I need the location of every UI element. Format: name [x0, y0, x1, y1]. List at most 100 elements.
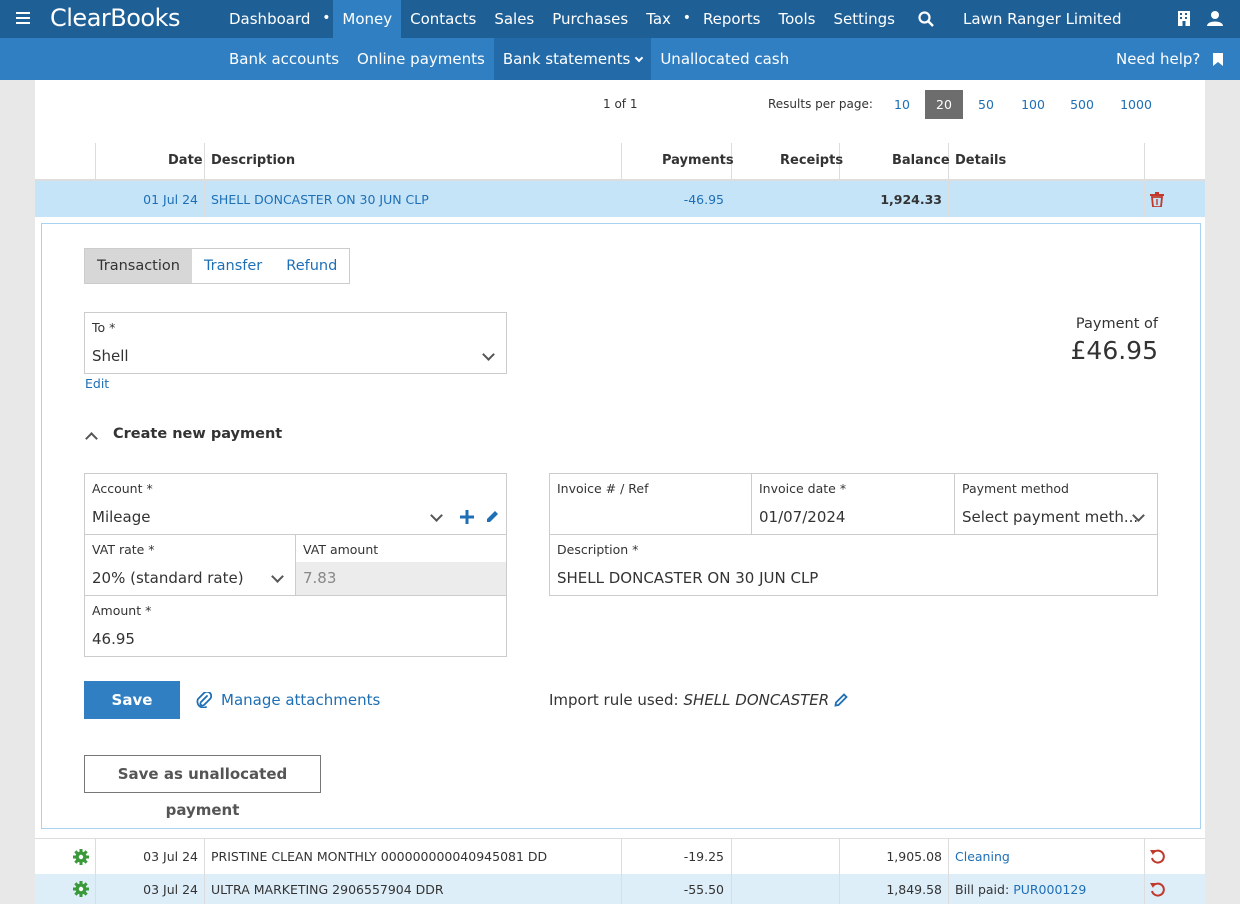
account-select[interactable]: Account * Mileage [84, 473, 507, 535]
to-label: To * [92, 320, 116, 335]
rpp-option[interactable]: 50 [968, 90, 1004, 119]
paperclip-icon [196, 692, 212, 708]
add-account-icon[interactable] [460, 510, 474, 524]
row-balance: 1,905.08 [886, 849, 942, 864]
rpp-option[interactable]: 100 [1013, 90, 1053, 119]
to-select[interactable]: To * Shell [84, 312, 507, 374]
row-description: PRISTINE CLEAN MONTHLY 00000000004094508… [211, 849, 548, 864]
column-divider [948, 839, 949, 874]
header-receipts[interactable]: Receipts [780, 153, 843, 168]
header-balance[interactable]: Balance [892, 153, 950, 168]
rpp-option[interactable]: 10 [884, 90, 920, 119]
table-header: Date Description Payments Receipts Balan… [35, 143, 1205, 181]
undo-icon[interactable] [1150, 839, 1165, 874]
header-details[interactable]: Details [955, 153, 1006, 168]
vat-rate-value: 20% (standard rate) [92, 569, 244, 587]
chevron-down-icon [430, 509, 443, 522]
gear-icon[interactable] [73, 874, 89, 904]
table-row[interactable]: 03 Jul 24 ULTRA MARKETING 2906557904 DDR… [35, 874, 1205, 904]
rpp-option[interactable]: 500 [1062, 90, 1102, 119]
column-divider [621, 143, 622, 179]
pencil-icon[interactable] [486, 510, 499, 523]
invoice-date-label: Invoice date * [759, 481, 847, 496]
row-details-prefix: Bill paid: [955, 881, 1010, 897]
save-button[interactable]: Save [84, 681, 180, 719]
nav-reports[interactable]: Reports [694, 0, 770, 38]
nav-tax[interactable]: Tax [637, 0, 680, 38]
header-date[interactable]: Date [168, 153, 203, 168]
subnav-unallocated-cash[interactable]: Unallocated cash [651, 38, 798, 80]
chevron-down-icon [482, 348, 495, 361]
need-help-link[interactable]: Need help? [1116, 38, 1200, 80]
nav-money[interactable]: Money [333, 0, 402, 38]
invoice-ref-label: Invoice # / Ref [557, 481, 649, 496]
row-balance: 1,849.58 [886, 881, 942, 897]
vat-amount-value: 7.83 [303, 569, 337, 587]
logo[interactable]: ClearBooks [50, 4, 181, 32]
tab-transfer[interactable]: Transfer [192, 249, 274, 283]
column-divider [731, 874, 732, 904]
nav-purchases[interactable]: Purchases [543, 0, 637, 38]
nav-dashboard[interactable]: Dashboard [220, 0, 319, 38]
create-new-payment-toggle[interactable]: Create new payment [113, 426, 282, 442]
subnav-bank-accounts[interactable]: Bank accounts [220, 38, 348, 80]
top-navbar: ClearBooks Dashboard • Money Contacts Sa… [0, 0, 1240, 38]
edit-rule-icon[interactable] [834, 693, 848, 707]
table-row[interactable]: 03 Jul 24 PRISTINE CLEAN MONTHLY 0000000… [35, 838, 1205, 874]
vat-rate-select[interactable]: VAT rate * 20% (standard rate) [84, 534, 296, 596]
bill-link[interactable]: PUR000129 [1013, 882, 1086, 897]
save-unallocated-button[interactable]: Save as unallocated payment [84, 755, 321, 819]
row-payment: -46.95 [683, 191, 724, 207]
tab-refund[interactable]: Refund [274, 249, 349, 283]
main-nav: Dashboard • Money Contacts Sales Purchas… [220, 0, 904, 38]
gear-icon[interactable] [73, 839, 89, 874]
subnav-bank-statements[interactable]: Bank statements [493, 38, 652, 80]
delete-icon[interactable] [1150, 181, 1166, 217]
subnav-bank-statements-label: Bank statements [502, 50, 631, 68]
row-description: ULTRA MARKETING 2906557904 DDR [211, 881, 444, 897]
column-divider [204, 839, 205, 874]
sub-navbar: Bank accounts Online payments Bank state… [0, 38, 1240, 80]
amount-input[interactable]: Amount * 46.95 [84, 595, 507, 657]
tab-transaction[interactable]: Transaction [85, 249, 192, 283]
nav-settings[interactable]: Settings [824, 0, 904, 38]
invoice-ref-input[interactable]: Invoice # / Ref [549, 473, 752, 535]
description-value: SHELL DONCASTER ON 30 JUN CLP [557, 569, 819, 587]
nav-sales[interactable]: Sales [485, 0, 543, 38]
payment-of-label: Payment of [1075, 316, 1158, 332]
column-divider [1144, 874, 1145, 904]
manage-attachments-link[interactable]: Manage attachments [196, 691, 380, 709]
menu-icon[interactable] [16, 12, 30, 24]
row-payment: -19.25 [683, 849, 724, 864]
header-description[interactable]: Description [211, 153, 295, 168]
subnav-online-payments[interactable]: Online payments [348, 38, 494, 80]
row-description[interactable]: SHELL DONCASTER ON 30 JUN CLP [211, 181, 429, 217]
table-row[interactable]: 01 Jul 24 SHELL DONCASTER ON 30 JUN CLP … [35, 181, 1205, 217]
column-divider [204, 143, 205, 179]
payment-method-label: Payment method [962, 481, 1069, 496]
account-label: Account * [92, 481, 153, 496]
nav-tools[interactable]: Tools [769, 0, 824, 38]
user-icon[interactable] [1207, 10, 1223, 26]
row-details-link[interactable]: Cleaning [955, 839, 1010, 874]
search-icon[interactable] [918, 11, 934, 27]
payment-method-value: Select payment meth... [962, 508, 1139, 526]
edit-contact-link[interactable]: Edit [85, 376, 109, 391]
payment-method-select[interactable]: Payment method Select payment meth... [954, 473, 1158, 535]
rpp-option[interactable]: 1000 [1113, 90, 1159, 119]
rpp-option-selected[interactable]: 20 [925, 90, 963, 119]
bookmark-icon[interactable] [1213, 53, 1223, 66]
description-input[interactable]: Description * SHELL DONCASTER ON 30 JUN … [549, 534, 1158, 596]
invoice-date-input[interactable]: Invoice date * 01/07/2024 [751, 473, 955, 535]
undo-icon[interactable] [1150, 874, 1165, 904]
nav-contacts[interactable]: Contacts [401, 0, 485, 38]
dot-separator: • [682, 10, 692, 26]
company-name[interactable]: Lawn Ranger Limited [963, 0, 1122, 38]
column-divider [948, 874, 949, 904]
chevron-down-icon [271, 570, 284, 583]
vat-amount-label: VAT amount [295, 534, 507, 562]
column-divider [95, 143, 96, 179]
transaction-type-tabs: Transaction Transfer Refund [84, 248, 351, 284]
header-payments[interactable]: Payments [662, 153, 734, 168]
building-icon[interactable] [1178, 11, 1190, 26]
